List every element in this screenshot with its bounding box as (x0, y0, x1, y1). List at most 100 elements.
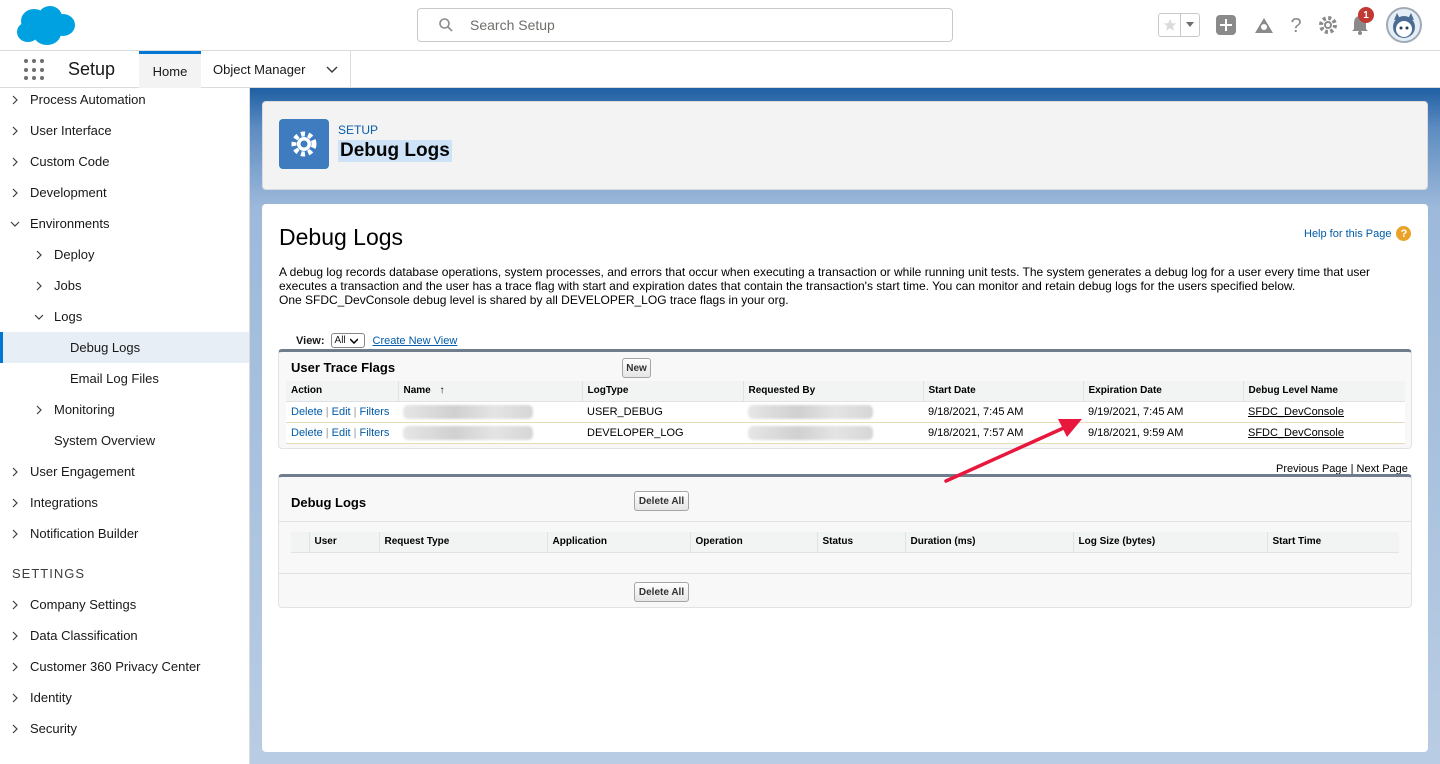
column-header-action: Action (286, 381, 399, 402)
column-header-expiration-date[interactable]: Expiration Date (1083, 381, 1244, 402)
debug-level-cell[interactable]: SFDC_DevConsole (1243, 401, 1405, 423)
column-header-logtype[interactable]: LogType (582, 381, 744, 402)
filters-link[interactable]: Filters (359, 427, 389, 439)
column-header-request-type[interactable]: Request Type (379, 532, 548, 553)
sidebar-item-company-settings[interactable]: Company Settings (0, 589, 249, 620)
sidebar-item-jobs[interactable]: Jobs (0, 270, 249, 301)
sidebar-section-heading: SETTINGS (12, 566, 86, 581)
sidebar-item-system-overview[interactable]: System Overview (0, 425, 249, 456)
column-header-debug-level[interactable]: Debug Level Name (1243, 381, 1405, 402)
sidebar-item-debug-logs[interactable]: Debug Logs (0, 332, 249, 363)
start-date-cell: 9/18/2021, 7:57 AM (923, 422, 1083, 444)
column-header-operation[interactable]: Operation (690, 532, 818, 553)
column-header-application[interactable]: Application (547, 532, 691, 553)
edit-link[interactable]: Edit (332, 427, 351, 439)
chevron-right-icon (36, 405, 42, 414)
user-avatar[interactable] (1386, 7, 1422, 43)
sidebar-item-monitoring[interactable]: Monitoring (0, 394, 249, 425)
trailhead-icon[interactable] (1251, 12, 1277, 38)
tab-home[interactable]: Home (139, 51, 201, 88)
debug-logs-block: Debug Logs Delete All User Request Type … (278, 474, 1412, 608)
debug-logs-table: User Request Type Application Operation … (291, 532, 1399, 553)
sidebar-item-label: Email Log Files (70, 371, 159, 386)
sidebar-item-label: Data Classification (30, 628, 138, 643)
sort-ascending-icon: ↑ (439, 385, 445, 397)
sidebar-item-label: Debug Logs (70, 340, 141, 355)
sidebar-item-integrations[interactable]: Integrations (0, 487, 249, 518)
delete-all-button-bottom[interactable]: Delete All (634, 582, 689, 602)
chevron-right-icon (12, 188, 18, 197)
tab-object-manager[interactable]: Object Manager (201, 51, 351, 88)
salesforce-logo[interactable] (14, 5, 76, 47)
sidebar-item-deploy[interactable]: Deploy (0, 239, 249, 270)
view-select-value: All (334, 335, 346, 346)
sidebar-item-identity[interactable]: Identity (0, 682, 249, 713)
row-actions: Delete | Edit | Filters (286, 401, 398, 423)
redacted-name (403, 404, 533, 419)
help-link-label: Help for this Page (1304, 227, 1392, 240)
chevron-down-icon[interactable] (326, 63, 338, 75)
filters-link[interactable]: Filters (359, 406, 389, 418)
help-icon[interactable]: ? (1283, 12, 1309, 38)
global-actions-add-icon[interactable] (1213, 12, 1239, 38)
view-selector-row: View: All Create New View (296, 333, 457, 348)
description-paragraph: A debug log records database operations,… (279, 265, 1371, 293)
app-launcher-icon[interactable] (24, 59, 46, 81)
global-header: ? 1 (0, 0, 1440, 51)
sidebar-item-email-log-files[interactable]: Email Log Files (0, 363, 249, 394)
sidebar-item-development[interactable]: Development (0, 177, 249, 208)
chevron-right-icon (12, 600, 18, 609)
edit-link[interactable]: Edit (332, 406, 351, 418)
view-select[interactable]: All (330, 333, 365, 348)
new-trace-flag-button[interactable]: New (622, 358, 651, 378)
notification-count-badge: 1 (1358, 7, 1374, 23)
search-input[interactable] (470, 9, 930, 41)
sidebar-item-process-automation[interactable]: Process Automation (0, 84, 249, 115)
sidebar-item-label: Environments (30, 216, 110, 231)
column-header-duration[interactable]: Duration (ms) (905, 532, 1074, 553)
column-header-log-size[interactable]: Log Size (bytes) (1073, 532, 1268, 553)
chevron-down-icon (34, 314, 44, 320)
help-question-icon[interactable]: ? (1396, 226, 1412, 241)
requested-by-cell (743, 422, 923, 444)
sidebar-item-user-engagement[interactable]: User Engagement (0, 456, 249, 487)
sidebar-item-security[interactable]: Security (0, 713, 249, 744)
name-cell (398, 422, 582, 444)
column-header-status[interactable]: Status (817, 532, 906, 553)
delete-link[interactable]: Delete (291, 427, 323, 439)
delete-link[interactable]: Delete (291, 406, 323, 418)
logtype-cell: USER_DEBUG (582, 401, 743, 423)
column-header-start-time[interactable]: Start Time (1267, 532, 1399, 553)
column-header-name[interactable]: Name ↑ (398, 381, 583, 402)
description-note: One SFDC_DevConsole debug level is share… (279, 293, 789, 307)
create-new-view-link[interactable]: Create New View (373, 335, 458, 347)
column-header-user[interactable]: User (309, 532, 380, 553)
app-navigation-bar: Setup Home Object Manager (0, 51, 1440, 88)
setup-gear-icon[interactable] (1315, 12, 1341, 38)
sidebar-item-label: Jobs (54, 278, 82, 293)
favorites-dropdown-icon[interactable] (1181, 14, 1199, 36)
star-icon[interactable] (1159, 14, 1181, 36)
favorites-button[interactable] (1158, 13, 1200, 37)
sidebar-item-environments[interactable]: Environments (0, 208, 249, 239)
sidebar-item-label: Security (30, 721, 77, 736)
help-for-this-page-link[interactable]: Help for this Page ? (1304, 226, 1412, 241)
sidebar-item-privacy-center[interactable]: Customer 360 Privacy Center (0, 651, 249, 682)
sidebar-item-label: System Overview (54, 433, 156, 448)
page-title: Debug Logs (338, 140, 452, 162)
content-title: Debug Logs (279, 224, 404, 250)
search-box[interactable] (417, 8, 953, 42)
sidebar-item-logs[interactable]: Logs (0, 301, 249, 332)
tab-home-label: Home (152, 63, 188, 79)
debug-level-cell[interactable]: SFDC_DevConsole (1243, 422, 1405, 444)
delete-all-button-top[interactable]: Delete All (634, 491, 689, 511)
sidebar-item-user-interface[interactable]: User Interface (0, 115, 249, 146)
debug-level-link[interactable]: SFDC_DevConsole (1248, 427, 1344, 439)
column-header-start-date[interactable]: Start Date (923, 381, 1084, 402)
sidebar-item-data-classification[interactable]: Data Classification (0, 620, 249, 651)
debug-level-link[interactable]: SFDC_DevConsole (1248, 406, 1344, 418)
column-header-requested-by[interactable]: Requested By (743, 381, 924, 402)
sidebar-item-label: Development (30, 185, 107, 200)
sidebar-item-custom-code[interactable]: Custom Code (0, 146, 249, 177)
sidebar-item-notification-builder[interactable]: Notification Builder (0, 518, 249, 549)
